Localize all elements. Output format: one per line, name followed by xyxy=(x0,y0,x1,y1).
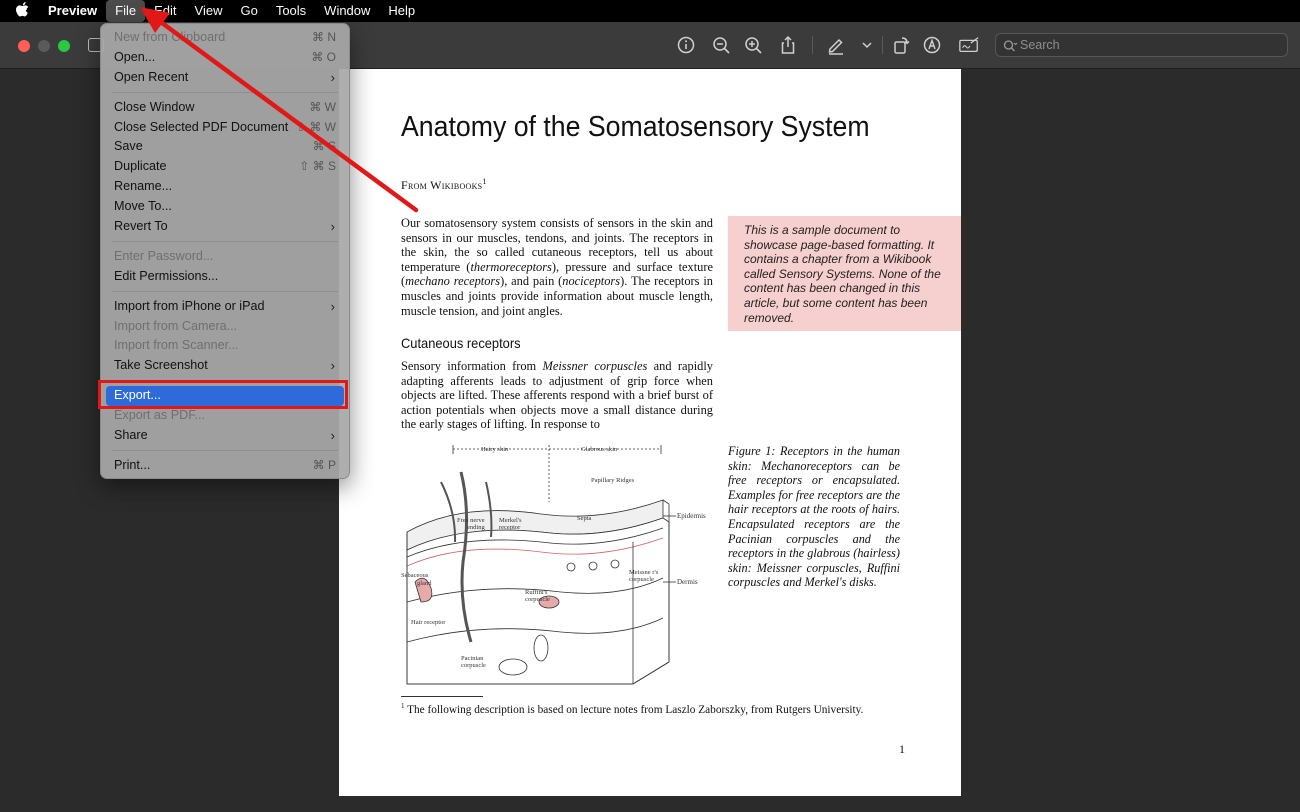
menu-help[interactable]: Help xyxy=(379,0,424,22)
svg-text:Pacinian: Pacinian xyxy=(461,655,484,662)
footnote-rule xyxy=(401,696,483,697)
svg-text:corpuscle: corpuscle xyxy=(629,576,654,583)
menu-item-duplicate[interactable]: Duplicate ⇧ ⌘ S xyxy=(101,157,349,177)
svg-text:Septa: Septa xyxy=(577,515,592,522)
menu-separator xyxy=(112,450,338,452)
menu-item-export-pdf: Export as PDF... xyxy=(114,408,205,423)
zoom-in-icon[interactable] xyxy=(742,34,764,56)
toolbar-separator xyxy=(882,36,883,54)
share-icon[interactable] xyxy=(777,34,799,56)
document-source: From Wikibooks1 xyxy=(401,177,487,193)
page-number: 1 xyxy=(899,742,905,756)
menu-go[interactable]: Go xyxy=(231,0,266,22)
rotate-icon[interactable] xyxy=(890,34,912,56)
menu-view[interactable]: View xyxy=(186,0,232,22)
zoom-window-button[interactable] xyxy=(58,40,70,52)
menu-item-close-pdf[interactable]: Close Selected PDF Document ⇧ ⌘ W xyxy=(101,118,349,138)
svg-text:ending: ending xyxy=(467,524,485,531)
markup-pen-icon[interactable] xyxy=(825,34,847,56)
menu-window[interactable]: Window xyxy=(315,0,379,22)
svg-text:Sebaceous: Sebaceous xyxy=(401,572,429,579)
svg-text:Papillary Ridges: Papillary Ridges xyxy=(591,477,635,484)
menu-edit[interactable]: Edit xyxy=(145,0,185,22)
menu-tools[interactable]: Tools xyxy=(267,0,315,22)
menu-separator xyxy=(112,241,338,243)
chevron-right-icon: › xyxy=(330,298,335,314)
svg-text:Hair receptor: Hair receptor xyxy=(411,619,446,626)
menu-item-revert-to[interactable]: Revert To › xyxy=(101,217,349,237)
footnote-marker: 1 xyxy=(482,177,487,186)
chevron-down-icon[interactable] xyxy=(856,34,876,56)
menu-separator xyxy=(112,92,338,94)
chevron-right-icon: › xyxy=(330,428,335,444)
cutaneous-paragraph: Sensory information from Meissner corpus… xyxy=(401,359,713,432)
svg-text:Meissne r's: Meissne r's xyxy=(629,569,659,576)
menu-item-save[interactable]: Save ⌘ S xyxy=(101,137,349,157)
menu-item-new-from-clipboard: New from Clipboard ⌘ N xyxy=(114,30,336,44)
svg-text:Glabrous skin: Glabrous skin xyxy=(581,446,618,453)
signature-icon[interactable] xyxy=(958,34,982,56)
chevron-right-icon: › xyxy=(330,219,335,235)
window-controls xyxy=(18,40,70,52)
export-highlight-box xyxy=(98,380,348,409)
source-text: From Wikibooks xyxy=(401,178,483,192)
section-heading: Cutaneous receptors xyxy=(401,335,521,351)
svg-text:receptor: receptor xyxy=(499,524,521,531)
menu-separator xyxy=(112,291,338,293)
close-window-button[interactable] xyxy=(18,40,30,52)
document-title: Anatomy of the Somatosensory System xyxy=(401,111,870,143)
menu-item-enter-password: Enter Password... xyxy=(114,248,214,263)
info-icon[interactable] xyxy=(675,34,697,56)
minimize-window-button[interactable] xyxy=(38,40,50,52)
sample-note-box: This is a sample document to showcase pa… xyxy=(728,216,961,331)
menu-item-import-camera: Import from Camera... xyxy=(114,318,238,333)
menu-item-move-to[interactable]: Move To... xyxy=(101,197,349,217)
chevron-right-icon: › xyxy=(330,69,335,85)
search-icon xyxy=(1002,38,1018,54)
svg-text:Ruffini's: Ruffini's xyxy=(525,589,548,596)
menu-item-edit-permissions[interactable]: Edit Permissions... xyxy=(101,267,349,287)
svg-text:Hairy skin: Hairy skin xyxy=(481,446,509,453)
svg-text:corpuscle: corpuscle xyxy=(461,662,486,669)
annotate-icon[interactable] xyxy=(921,34,943,56)
menu-app-preview[interactable]: Preview xyxy=(44,0,106,22)
menu-item-import-iphone[interactable]: Import from iPhone or iPad › xyxy=(101,297,349,317)
svg-text:Dermis: Dermis xyxy=(677,578,698,586)
svg-text:Epidermis: Epidermis xyxy=(677,512,706,520)
chevron-right-icon: › xyxy=(330,358,335,374)
document-page[interactable]: Anatomy of the Somatosensory System From… xyxy=(339,69,961,796)
menu-item-open-recent[interactable]: Open Recent › xyxy=(101,68,349,88)
menu-item-import-scanner: Import from Scanner... xyxy=(114,338,239,353)
menu-item-rename[interactable]: Rename... xyxy=(101,177,349,197)
menu-item-take-screenshot[interactable]: Take Screenshot › xyxy=(101,356,349,376)
svg-text:Merkel's: Merkel's xyxy=(499,517,522,524)
svg-text:gland: gland xyxy=(417,580,432,587)
menu-item-open[interactable]: Open... ⌘ O xyxy=(101,48,349,68)
search-field[interactable] xyxy=(995,33,1288,57)
menu-item-close-window[interactable]: Close Window ⌘ W xyxy=(101,98,349,118)
svg-text:Free nerve: Free nerve xyxy=(457,517,485,524)
menu-item-print[interactable]: Print... ⌘ P xyxy=(101,456,349,476)
svg-text:corpuscle: corpuscle xyxy=(525,596,550,603)
menu-file[interactable]: File xyxy=(106,0,146,22)
footnote: 1 The following description is based on … xyxy=(401,702,864,716)
zoom-out-icon[interactable] xyxy=(710,34,732,56)
menubar: Preview File Edit View Go Tools Window H… xyxy=(0,0,1300,22)
toolbar-separator xyxy=(812,36,813,54)
search-input[interactable] xyxy=(1020,36,1280,54)
file-menu: New from Clipboard ⌘ N Open... ⌘ O Open Re… xyxy=(100,23,350,479)
skin-receptors-figure: Hairy skin Glabrous skin Papillary Ridge… xyxy=(401,445,706,685)
figure-caption: Figure 1: Receptors in the human skin: M… xyxy=(728,444,900,590)
apple-icon[interactable] xyxy=(0,1,44,21)
intro-paragraph: Our somatosensory system consists of sen… xyxy=(401,216,714,318)
menu-item-share[interactable]: Share › xyxy=(101,426,349,446)
